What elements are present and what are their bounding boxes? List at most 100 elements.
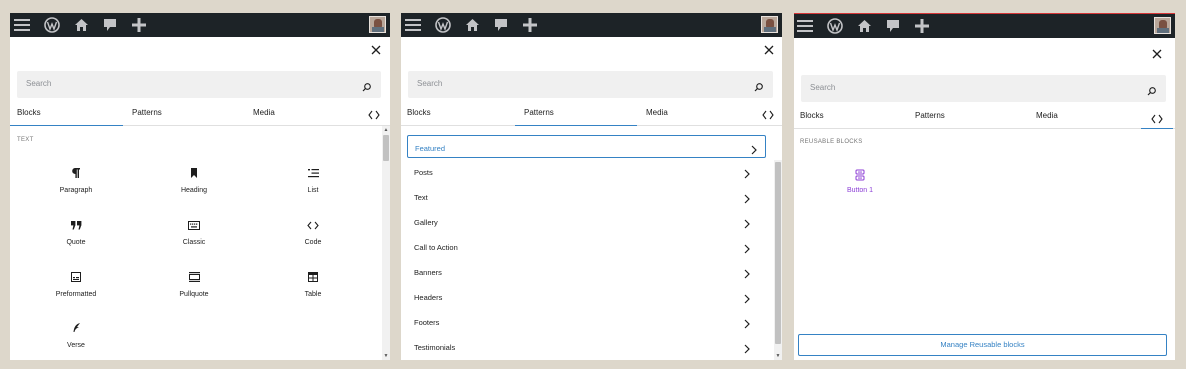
block-list[interactable]: List [263,166,363,194]
pattern-category-text[interactable]: Text [407,185,758,208]
search-input[interactable]: Search [408,71,773,98]
pattern-category-headers[interactable]: Headers [407,285,758,308]
block-code[interactable]: Code [263,218,363,246]
reusable-block-label: Button 1 [846,187,874,194]
classic-icon [144,218,244,232]
inserter-tabs: Blocks Patterns Media [10,101,390,126]
wordpress-logo-icon[interactable] [827,18,843,34]
home-icon[interactable] [73,17,89,33]
inserter-panel-patterns: Search Blocks Patterns Media Featured Po… [401,13,782,360]
block-classic[interactable]: Classic [144,218,244,246]
tab-patterns[interactable]: Patterns [907,104,1028,129]
close-icon[interactable] [369,43,383,57]
menu-icon[interactable] [405,17,421,33]
avatar[interactable] [1154,17,1171,34]
tab-blocks[interactable]: Blocks [10,101,123,126]
block-label: Quote [66,239,86,246]
search-icon [362,79,372,97]
pattern-category-footers[interactable]: Footers [407,310,758,333]
chevron-right-icon [744,291,750,309]
reusable-tab-icon[interactable] [762,107,774,125]
plus-icon[interactable] [131,17,147,33]
chevron-right-icon [744,166,750,184]
scroll-down-icon[interactable]: ▼ [383,353,389,359]
tab-patterns[interactable]: Patterns [515,101,637,126]
tab-blocks-label: Blocks [800,111,824,120]
tab-blocks[interactable]: Blocks [401,101,515,126]
pattern-category-posts[interactable]: Posts [407,160,758,183]
reusable-block-item[interactable]: Button 1 [810,168,910,194]
scrollbar-thumb[interactable] [383,135,389,161]
menu-icon[interactable] [797,18,813,34]
code-icon [263,218,363,232]
block-quote[interactable]: Quote [26,218,126,246]
plus-icon[interactable] [914,18,930,34]
close-icon[interactable] [1150,47,1164,61]
block-label: Table [304,291,322,298]
category-label: REUSABLE BLOCKS [800,139,863,145]
scroll-up-icon[interactable]: ▲ [383,127,389,133]
wordpress-logo-icon[interactable] [44,17,60,33]
block-verse[interactable]: Verse [26,321,126,349]
tab-media[interactable]: Media [637,101,751,126]
scrollbar-thumb[interactable] [775,162,781,344]
search-icon [1147,83,1157,101]
chevron-right-icon [744,341,750,359]
wordpress-logo-icon[interactable] [435,17,451,33]
tab-media[interactable]: Media [1028,104,1141,129]
avatar[interactable] [369,16,386,33]
home-icon[interactable] [464,17,480,33]
block-heading[interactable]: Heading [144,166,244,194]
chevron-right-icon [744,241,750,259]
comments-icon[interactable] [885,18,901,34]
search-placeholder: Search [417,79,443,88]
pattern-category-testimonials[interactable]: Testimonials [407,335,758,358]
pattern-category-banners[interactable]: Banners [407,260,758,283]
manage-reusable-blocks-button[interactable]: Manage Reusable blocks [798,334,1167,356]
pattern-category-label: Text [414,193,428,202]
menu-icon[interactable] [14,17,30,33]
plus-icon[interactable] [522,17,538,33]
scrollbar[interactable]: ▲ ▼ [382,126,390,360]
home-icon[interactable] [856,18,872,34]
pullquote-icon [144,270,244,284]
chevron-right-icon [744,316,750,334]
comments-icon[interactable] [493,17,509,33]
chevron-right-icon [751,142,757,160]
close-icon[interactable] [762,43,776,57]
inserter-tabs: Blocks Patterns Media [401,101,782,126]
search-input[interactable]: Search [801,75,1166,102]
tab-patterns-label: Patterns [132,108,162,117]
block-paragraph[interactable]: Paragraph [26,166,126,194]
list-icon [263,166,363,180]
quote-icon [26,218,126,232]
block-label: Heading [180,187,208,194]
pattern-category-featured[interactable]: Featured [407,135,766,158]
avatar[interactable] [761,16,778,33]
scrollbar[interactable]: ▼ [774,160,782,360]
search-input[interactable]: Search [17,71,381,98]
tab-media-label: Media [646,108,668,117]
admin-bar [794,14,1175,38]
pattern-category-label: Call to Action [414,243,458,252]
search-icon [754,79,764,97]
search-placeholder: Search [26,79,52,88]
tab-blocks-label: Blocks [407,108,431,117]
pattern-category-gallery[interactable]: Gallery [407,210,758,233]
reusable-tab-icon [1151,110,1163,133]
comments-icon[interactable] [102,17,118,33]
tab-reusable[interactable] [1141,104,1173,129]
tab-blocks[interactable]: Blocks [794,104,907,129]
block-preformatted[interactable]: Preformatted [26,270,126,298]
block-table[interactable]: Table [263,270,363,298]
pattern-category-call-to-action[interactable]: Call to Action [407,235,758,258]
block-pullquote[interactable]: Pullquote [144,270,244,298]
scroll-down-icon[interactable]: ▼ [775,353,781,359]
tab-patterns[interactable]: Patterns [123,101,250,126]
reusable-tab-icon[interactable] [368,107,380,125]
tab-media[interactable]: Media [250,101,360,126]
block-label: Classic [182,239,206,246]
admin-bar [401,13,782,37]
block-label: Paragraph [59,187,93,194]
tab-media-label: Media [253,108,275,117]
